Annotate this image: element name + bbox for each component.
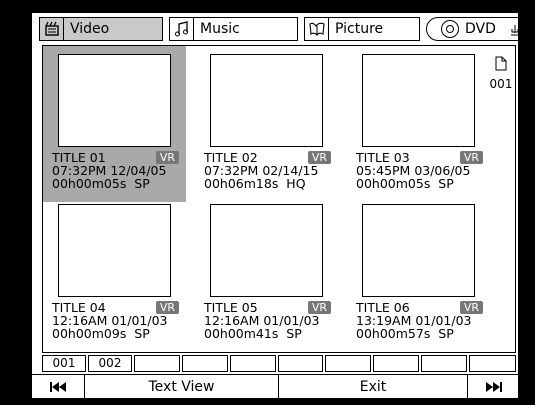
- title-duration: 00h00m41s: [204, 326, 279, 341]
- skip-back-icon: [50, 382, 66, 392]
- vr-badge: VR: [155, 301, 179, 314]
- skip-forward-icon: [486, 382, 502, 392]
- tab-dvd-label: DVD: [465, 21, 496, 37]
- page-button[interactable]: 002: [88, 355, 132, 372]
- title-duration: 00h06m18s: [204, 176, 279, 191]
- record-mode: SP: [438, 176, 454, 191]
- record-mode: SP: [134, 176, 150, 191]
- video-browser-screen: Video Music Picture DVD TITLE 01 VR 07:3…: [31, 12, 519, 399]
- record-mode: HQ: [286, 176, 306, 191]
- title-duration: 00h00m05s: [52, 176, 127, 191]
- vr-badge: VR: [307, 151, 331, 164]
- record-mode: SP: [286, 326, 302, 341]
- picture-icon: [305, 18, 329, 40]
- tab-dvd-source[interactable]: DVD: [426, 17, 518, 41]
- title-duration: 00h00m57s: [356, 326, 431, 341]
- text-view-button[interactable]: Text View: [85, 375, 278, 398]
- disc-icon: [441, 20, 459, 38]
- page-button[interactable]: [134, 355, 180, 372]
- tab-video-label: Video: [70, 21, 110, 37]
- page-strip: 001 002: [42, 355, 516, 373]
- vr-badge: VR: [155, 151, 179, 164]
- tab-picture[interactable]: Picture: [304, 17, 420, 41]
- page-button[interactable]: [469, 355, 516, 372]
- title-grid: TITLE 01 VR 07:32PM 12/04/05 00h00m05s SP…: [42, 45, 516, 353]
- vr-badge: VR: [459, 301, 483, 314]
- title-thumbnail: [210, 204, 323, 297]
- record-mode: SP: [438, 326, 454, 341]
- page-button[interactable]: [182, 355, 228, 372]
- title-duration: 00h00m05s: [356, 176, 431, 191]
- title-duration: 00h00m09s: [52, 326, 127, 341]
- page-indicator: 001: [486, 56, 516, 91]
- title-thumbnail: [362, 54, 475, 147]
- title-card[interactable]: TITLE 03 VR 05:45PM 03/06/05 00h00m05s SP: [347, 46, 490, 202]
- page-button[interactable]: [230, 355, 276, 372]
- title-thumbnail: [58, 204, 171, 297]
- music-note-icon: [170, 18, 194, 40]
- page-button[interactable]: [325, 355, 371, 372]
- title-thumbnail: [362, 204, 475, 297]
- video-tab-icon: [40, 18, 64, 40]
- skip-forward-button[interactable]: [468, 375, 518, 398]
- document-icon: [495, 56, 507, 71]
- title-card[interactable]: TITLE 01 VR 07:32PM 12/04/05 00h00m05s SP: [43, 46, 186, 202]
- vr-badge: VR: [459, 151, 483, 164]
- page-button[interactable]: [421, 355, 467, 372]
- vr-badge: VR: [307, 301, 331, 314]
- tab-video[interactable]: Video: [39, 17, 163, 41]
- page-button[interactable]: 001: [42, 355, 86, 372]
- skip-back-button[interactable]: [32, 375, 84, 398]
- title-card[interactable]: TITLE 06 VR 13:19AM 01/01/03 00h00m57s SP: [347, 196, 490, 352]
- page-button[interactable]: [278, 355, 323, 372]
- bottom-bar: Text View Exit: [32, 374, 518, 398]
- tab-picture-label: Picture: [335, 21, 384, 37]
- tab-music[interactable]: Music: [169, 17, 298, 41]
- usb-icon: [510, 23, 518, 42]
- title-card[interactable]: TITLE 05 VR 12:16AM 01/01/03 00h00m41s SP: [195, 196, 338, 352]
- title-thumbnail: [210, 54, 323, 147]
- media-tab-bar: Video Music Picture DVD: [32, 13, 518, 46]
- record-mode: SP: [134, 326, 150, 341]
- page-button[interactable]: [373, 355, 419, 372]
- title-thumbnail: [58, 54, 171, 147]
- exit-button[interactable]: Exit: [279, 375, 467, 398]
- page-number: 001: [489, 77, 513, 91]
- title-card[interactable]: TITLE 04 VR 12:16AM 01/01/03 00h00m09s SP: [43, 196, 186, 352]
- title-card[interactable]: TITLE 02 VR 07:32PM 02/14/15 00h06m18s HQ: [195, 46, 338, 202]
- tab-music-label: Music: [200, 21, 240, 37]
